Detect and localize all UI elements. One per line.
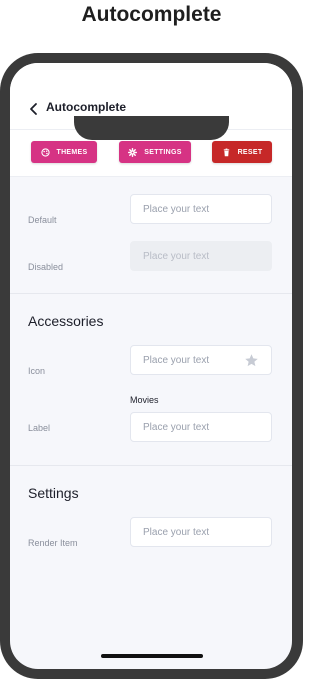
render-item-input[interactable]: Place your text	[130, 517, 272, 547]
star-icon	[245, 354, 258, 367]
default-input[interactable]: Place your text	[130, 194, 272, 224]
header-title: Autocomplete	[46, 100, 127, 114]
icon-input-placeholder: Place your text	[143, 354, 210, 366]
icon-row-label: Icon	[28, 366, 46, 376]
default-input-placeholder: Place your text	[143, 203, 210, 215]
palette-icon	[40, 147, 50, 157]
page-heading: Autocomplete	[81, 3, 222, 26]
section-divider	[10, 465, 292, 466]
settings-section-title: Settings	[28, 485, 79, 501]
label-input-placeholder: Place your text	[143, 421, 210, 433]
phone-frame: Autocomplete THEMES SETTINGS RESET Defau…	[0, 53, 303, 679]
reset-button-label: RESET	[237, 148, 263, 156]
label-row-label: Label	[28, 423, 51, 433]
section-divider	[10, 293, 292, 294]
icon-input[interactable]: Place your text	[130, 345, 272, 375]
render-item-input-placeholder: Place your text	[143, 526, 210, 538]
themes-button[interactable]: THEMES	[31, 141, 97, 163]
disabled-label: Disabled	[28, 262, 64, 272]
accessories-title: Accessories	[28, 313, 104, 329]
label-input[interactable]: Place your text	[130, 412, 272, 442]
trash-icon	[223, 148, 229, 156]
phone-notch	[74, 116, 229, 140]
chevron-left-icon[interactable]	[27, 102, 41, 116]
home-indicator	[101, 654, 203, 658]
phone-screen: Autocomplete THEMES SETTINGS RESET Defau…	[10, 63, 292, 669]
render-item-label: Render Item	[28, 538, 78, 548]
themes-button-label: THEMES	[56, 148, 88, 156]
settings-button-label: SETTINGS	[144, 148, 182, 156]
settings-button[interactable]: SETTINGS	[119, 141, 191, 163]
gear-icon	[128, 147, 138, 157]
default-label: Default	[28, 215, 57, 225]
disabled-input-placeholder: Place your text	[143, 250, 210, 262]
movies-field-label: Movies	[130, 395, 159, 405]
disabled-input: Place your text	[130, 241, 272, 271]
reset-button[interactable]: RESET	[212, 141, 272, 163]
